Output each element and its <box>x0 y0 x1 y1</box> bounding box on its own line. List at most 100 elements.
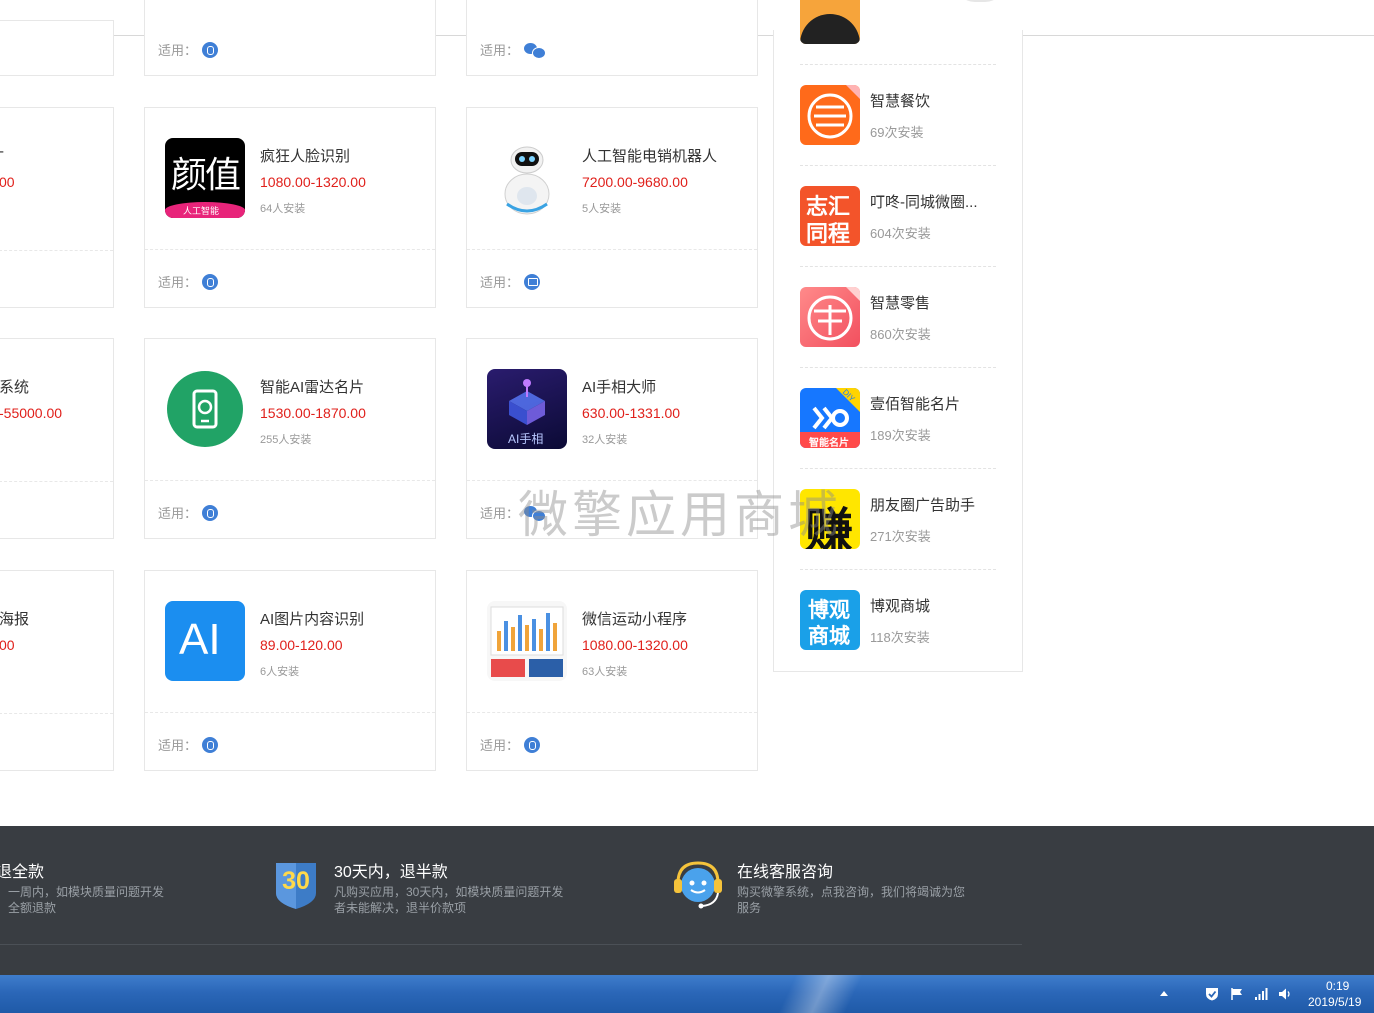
refund-full-desc: ，一周内，如模块质量问题开发 ，全额退款 <box>0 884 164 916</box>
app-name[interactable]: AI图片内容识别 <box>260 608 364 629</box>
customer-service-icon <box>672 859 724 911</box>
yibai-card-icon: DIY 智能名片 <box>800 388 860 448</box>
sidebar-app-count: 604次安装 <box>870 226 931 241</box>
sidebar-app-count: 118次安装 <box>870 630 930 645</box>
desc-line: ，全额退款 <box>0 901 57 915</box>
mini-program-icon <box>524 736 541 753</box>
partial-card-name: 系统 <box>0 379 30 396</box>
card-platforms: 适用： <box>480 735 541 754</box>
sidebar-app-item[interactable]: 智慧零售 860次安装 <box>800 267 996 368</box>
sidebar-app-item[interactable]: DIY 智能名片 壹佰智能名片 189次安装 <box>800 368 996 469</box>
yanzhi-logo-text: 颜值 <box>171 155 241 196</box>
pc-platform-icon <box>524 273 541 290</box>
shield-30-icon: 30 <box>272 859 320 911</box>
desc-line: 购买微擎系统，点我咨询，我们将竭诚为您 <box>737 885 966 899</box>
card-body: 微信运动小程序 1080.00-1320.00 63人安装 <box>467 571 757 713</box>
app-price: 1530.00-1870.00 <box>260 405 366 421</box>
mini-program-icon <box>202 736 219 753</box>
refund-half-desc: 凡购买应用，30天内，如模块质量问题开发 者未能解决，退半价款项 <box>334 884 563 916</box>
sidebar-app-name[interactable]: 智慧餐饮 <box>870 90 930 111</box>
partial-card-row2[interactable]: - 00 <box>0 107 114 308</box>
mini-program-icon <box>202 41 219 58</box>
apply-label: 适用： <box>480 506 520 521</box>
sidebar-app-name[interactable]: 叮咚-同城微圈... <box>870 191 978 212</box>
app-name[interactable]: 人工智能电销机器人 <box>582 145 717 166</box>
smart-dining-icon <box>800 85 860 145</box>
shield-30-text: 30 <box>282 867 310 895</box>
app-name[interactable]: AI手相大师 <box>582 376 656 397</box>
action-center-flag-icon[interactable] <box>1230 987 1244 1001</box>
partial-card-price: 00 <box>0 637 15 653</box>
sidebar-app-item[interactable]: 志汇 同程 叮咚-同城微圈... 604次安装 <box>800 166 996 267</box>
hot-apps-sidebar: 智慧餐饮 69次安装 志汇 同程 叮咚-同城微圈... 604次安装 智慧零售 … <box>773 0 1023 672</box>
yanzhi-logo-subtext: 人工智能 <box>183 206 220 216</box>
desc-line: 凡购买应用，30天内，如模块质量问题开发 <box>334 885 564 899</box>
show-hidden-icons-icon[interactable] <box>1160 991 1168 996</box>
partial-card-price: -55000.00 <box>0 405 63 421</box>
desc-line: 服务 <box>737 901 762 915</box>
taskbar-clock-date[interactable]: 2019/5/19 <box>1308 995 1361 1009</box>
app-installs: 255人安装 <box>260 434 312 446</box>
online-service-desc: 购买微擎系统，点我咨询，我们将竭诚为您 服务 <box>737 884 965 916</box>
taskbar-glare <box>760 975 880 1013</box>
app-card[interactable]: 颜值 人工智能 疯狂人脸识别 1080.00-1320.00 64人安装 适用： <box>144 107 436 308</box>
sidebar-app-count: 860次安装 <box>870 327 931 342</box>
card-body: 人工智能电销机器人 7200.00-9680.00 5人安装 <box>467 108 757 250</box>
taskbar-clock-time[interactable]: 0:19 <box>1326 979 1349 993</box>
sidebar-app-name[interactable]: 博观商城 <box>870 595 930 616</box>
card-body: 颜值 人工智能 疯狂人脸识别 1080.00-1320.00 64人安装 <box>145 108 435 250</box>
sidebar-app-name[interactable]: 智慧零售 <box>870 292 930 313</box>
card-platforms: 适用： <box>158 40 219 59</box>
app-price: 89.00-120.00 <box>260 637 343 653</box>
volume-icon[interactable] <box>1278 987 1292 1001</box>
sidebar-app-item[interactable]: 智慧餐饮 69次安装 <box>800 65 996 166</box>
network-signal-icon[interactable] <box>1254 987 1268 1001</box>
ai-logo-text: AI <box>179 615 221 664</box>
mini-program-icon <box>202 273 219 290</box>
card-body: 智能AI雷达名片 1530.00-1870.00 255人安装 <box>145 339 435 481</box>
boguan-mall-icon: 博观 商城 <box>800 590 860 650</box>
footer-divider <box>0 944 1022 945</box>
apply-label: 适用： <box>158 43 198 58</box>
yanzhi-face-icon: 颜值 人工智能 <box>165 138 245 218</box>
app-name[interactable]: 智能AI雷达名片 <box>260 376 364 397</box>
sidebar-app-item[interactable]: 博观 商城 博观商城 118次安装 <box>800 570 996 671</box>
logo-text: 智能名片 <box>809 438 849 448</box>
apply-label: 适用： <box>158 506 198 521</box>
app-installs: 6人安装 <box>260 666 300 678</box>
footer-guarantees: 退全款 ，一周内，如模块质量问题开发 ，全额退款 30 30天内，退半款 凡购买… <box>0 826 1374 975</box>
app-name[interactable]: 疯狂人脸识别 <box>260 145 350 166</box>
wechat-icon <box>524 42 547 59</box>
sidebar-app-item-cut[interactable] <box>800 0 996 65</box>
online-service-title[interactable]: 在线客服咨询 <box>737 858 833 882</box>
card-divider <box>0 250 113 251</box>
sidebar-app-name[interactable]: 壹佰智能名片 <box>870 393 960 414</box>
app-card-top-cut-1[interactable]: 适用： <box>144 0 436 76</box>
app-card[interactable]: 人工智能电销机器人 7200.00-9680.00 5人安装 适用： <box>466 107 758 308</box>
app-installs: 5人安装 <box>582 203 622 215</box>
security-shield-icon[interactable] <box>1205 987 1219 1001</box>
app-installs: 32人安装 <box>582 434 628 446</box>
refund-full-title: 退全款 <box>0 864 45 881</box>
app-card[interactable]: AI AI图片内容识别 89.00-120.00 6人安装 适用： <box>144 570 436 771</box>
partial-card-row3[interactable]: 系统 -55000.00 <box>0 338 114 539</box>
sidebar-app-name[interactable]: 朋友圈广告助手 <box>870 494 975 515</box>
logo-text-line2: 商城 <box>808 625 850 648</box>
app-installs: 63人安装 <box>582 666 628 678</box>
partial-card-row4[interactable]: 海报 00 <box>0 570 114 771</box>
partial-card-row1[interactable] <box>0 20 114 76</box>
app-card[interactable]: 智能AI雷达名片 1530.00-1870.00 255人安装 适用： <box>144 338 436 539</box>
ai-image-icon: AI <box>165 601 245 681</box>
app-card[interactable]: 微信运动小程序 1080.00-1320.00 63人安装 适用： <box>466 570 758 771</box>
app-name[interactable]: 微信运动小程序 <box>582 608 687 629</box>
card-divider <box>0 713 113 714</box>
app-card-top-cut-2[interactable]: 适用： <box>466 0 758 76</box>
apply-label: 适用： <box>158 275 198 290</box>
apply-label: 适用： <box>480 43 520 58</box>
radar-card-icon <box>165 369 245 449</box>
partial-card-name: 海报 <box>0 611 30 628</box>
ai-palm-icon: AI手相 <box>487 369 567 449</box>
sidebar-app-count: 69次安装 <box>870 125 924 140</box>
refund-half-title: 30天内，退半款 <box>334 864 448 881</box>
card-platforms: 适用： <box>158 272 219 291</box>
